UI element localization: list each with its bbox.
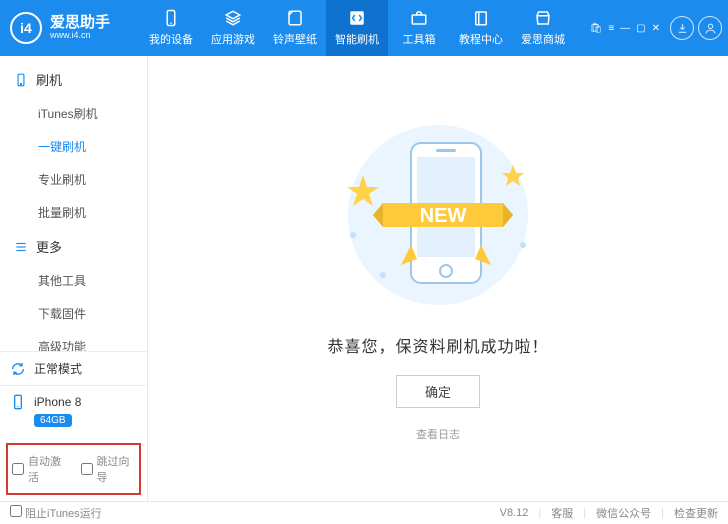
- shop-icon: [534, 9, 552, 27]
- sidebar-item[interactable]: 下载固件: [0, 297, 147, 330]
- download-button[interactable]: [670, 16, 694, 40]
- arrows-icon: [348, 9, 366, 27]
- sidebar: 刷机iTunes刷机一键刷机专业刷机批量刷机更多其他工具下载固件高级功能 正常模…: [0, 56, 148, 501]
- version-label: V8.12: [500, 507, 529, 519]
- brand-name-en: www.i4.cn: [50, 31, 110, 40]
- sidebar-item[interactable]: 专业刷机: [0, 163, 147, 196]
- top-nav: 我的设备应用游戏铃声壁纸智能刷机工具箱教程中心爱思商城: [140, 0, 574, 56]
- user-button[interactable]: [698, 16, 722, 40]
- nav-book[interactable]: 教程中心: [450, 0, 512, 56]
- header: i4 爱思助手 www.i4.cn 我的设备应用游戏铃声壁纸智能刷机工具箱教程中…: [0, 0, 728, 56]
- cart-icon[interactable]: 🛍: [590, 23, 603, 34]
- refresh-icon: [10, 361, 26, 377]
- header-right: 🛍 ≡ — ▢ ✕: [590, 16, 728, 40]
- app-icon: [224, 9, 242, 27]
- nav-phone[interactable]: 我的设备: [140, 0, 202, 56]
- device-icon: [10, 394, 26, 410]
- window-controls: 🛍 ≡ — ▢ ✕: [590, 23, 660, 34]
- case-icon: [410, 9, 428, 27]
- body: 刷机iTunes刷机一键刷机专业刷机批量刷机更多其他工具下载固件高级功能 正常模…: [0, 56, 728, 501]
- status-label: 正常模式: [34, 360, 82, 377]
- phone-icon: [14, 73, 28, 87]
- book-icon: [472, 9, 490, 27]
- brand-name-cn: 爱思助手: [50, 15, 110, 31]
- sidebar-section: 刷机: [0, 62, 147, 97]
- footer-link-support[interactable]: 客服: [551, 505, 573, 521]
- brand-logo[interactable]: i4 爱思助手 www.i4.cn: [0, 12, 140, 44]
- logo-icon: i4: [10, 12, 42, 44]
- nav-arrows[interactable]: 智能刷机: [326, 0, 388, 56]
- footer: 阻止iTunes运行 V8.12 | 客服 | 微信公众号 | 检查更新: [0, 501, 728, 524]
- auto-activate-checkbox[interactable]: 自动激活: [12, 453, 67, 485]
- sidebar-item[interactable]: 其他工具: [0, 264, 147, 297]
- nav-app[interactable]: 应用游戏: [202, 0, 264, 56]
- device-storage-badge: 64GB: [34, 414, 72, 427]
- main-panel: NEW 恭喜您，保资料刷机成功啦！ 确定 查看日志: [148, 56, 728, 501]
- footer-link-wechat[interactable]: 微信公众号: [596, 505, 651, 521]
- nav-case[interactable]: 工具箱: [388, 0, 450, 56]
- note-icon: [286, 9, 304, 27]
- success-message: 恭喜您，保资料刷机成功啦！: [327, 333, 548, 357]
- device-name: iPhone 8: [34, 395, 81, 409]
- sidebar-item[interactable]: 一键刷机: [0, 130, 147, 163]
- device-panel[interactable]: iPhone 8 64GB: [0, 385, 147, 437]
- sidebar-item[interactable]: iTunes刷机: [0, 97, 147, 130]
- nav-note[interactable]: 铃声壁纸: [264, 0, 326, 56]
- list-icon: [14, 240, 28, 254]
- sidebar-item[interactable]: 高级功能: [0, 330, 147, 351]
- ribbon-text: NEW: [420, 205, 467, 227]
- flash-options-highlight: 自动激活 跳过向导: [6, 443, 141, 495]
- close-icon[interactable]: ✕: [652, 23, 660, 34]
- success-illustration: NEW: [323, 115, 553, 315]
- menu-icon[interactable]: ≡: [608, 23, 614, 34]
- sidebar-item[interactable]: 批量刷机: [0, 196, 147, 229]
- skip-guide-checkbox[interactable]: 跳过向导: [81, 453, 136, 485]
- view-log-link[interactable]: 查看日志: [416, 426, 460, 442]
- minimize-icon[interactable]: —: [620, 23, 630, 34]
- phone-icon: [162, 9, 180, 27]
- status-panel[interactable]: 正常模式: [0, 351, 147, 385]
- ok-button[interactable]: 确定: [396, 375, 480, 408]
- maximize-icon[interactable]: ▢: [636, 23, 645, 34]
- block-itunes-checkbox[interactable]: 阻止iTunes运行: [10, 505, 102, 521]
- sidebar-section: 更多: [0, 229, 147, 264]
- nav-shop[interactable]: 爱思商城: [512, 0, 574, 56]
- footer-link-update[interactable]: 检查更新: [674, 505, 718, 521]
